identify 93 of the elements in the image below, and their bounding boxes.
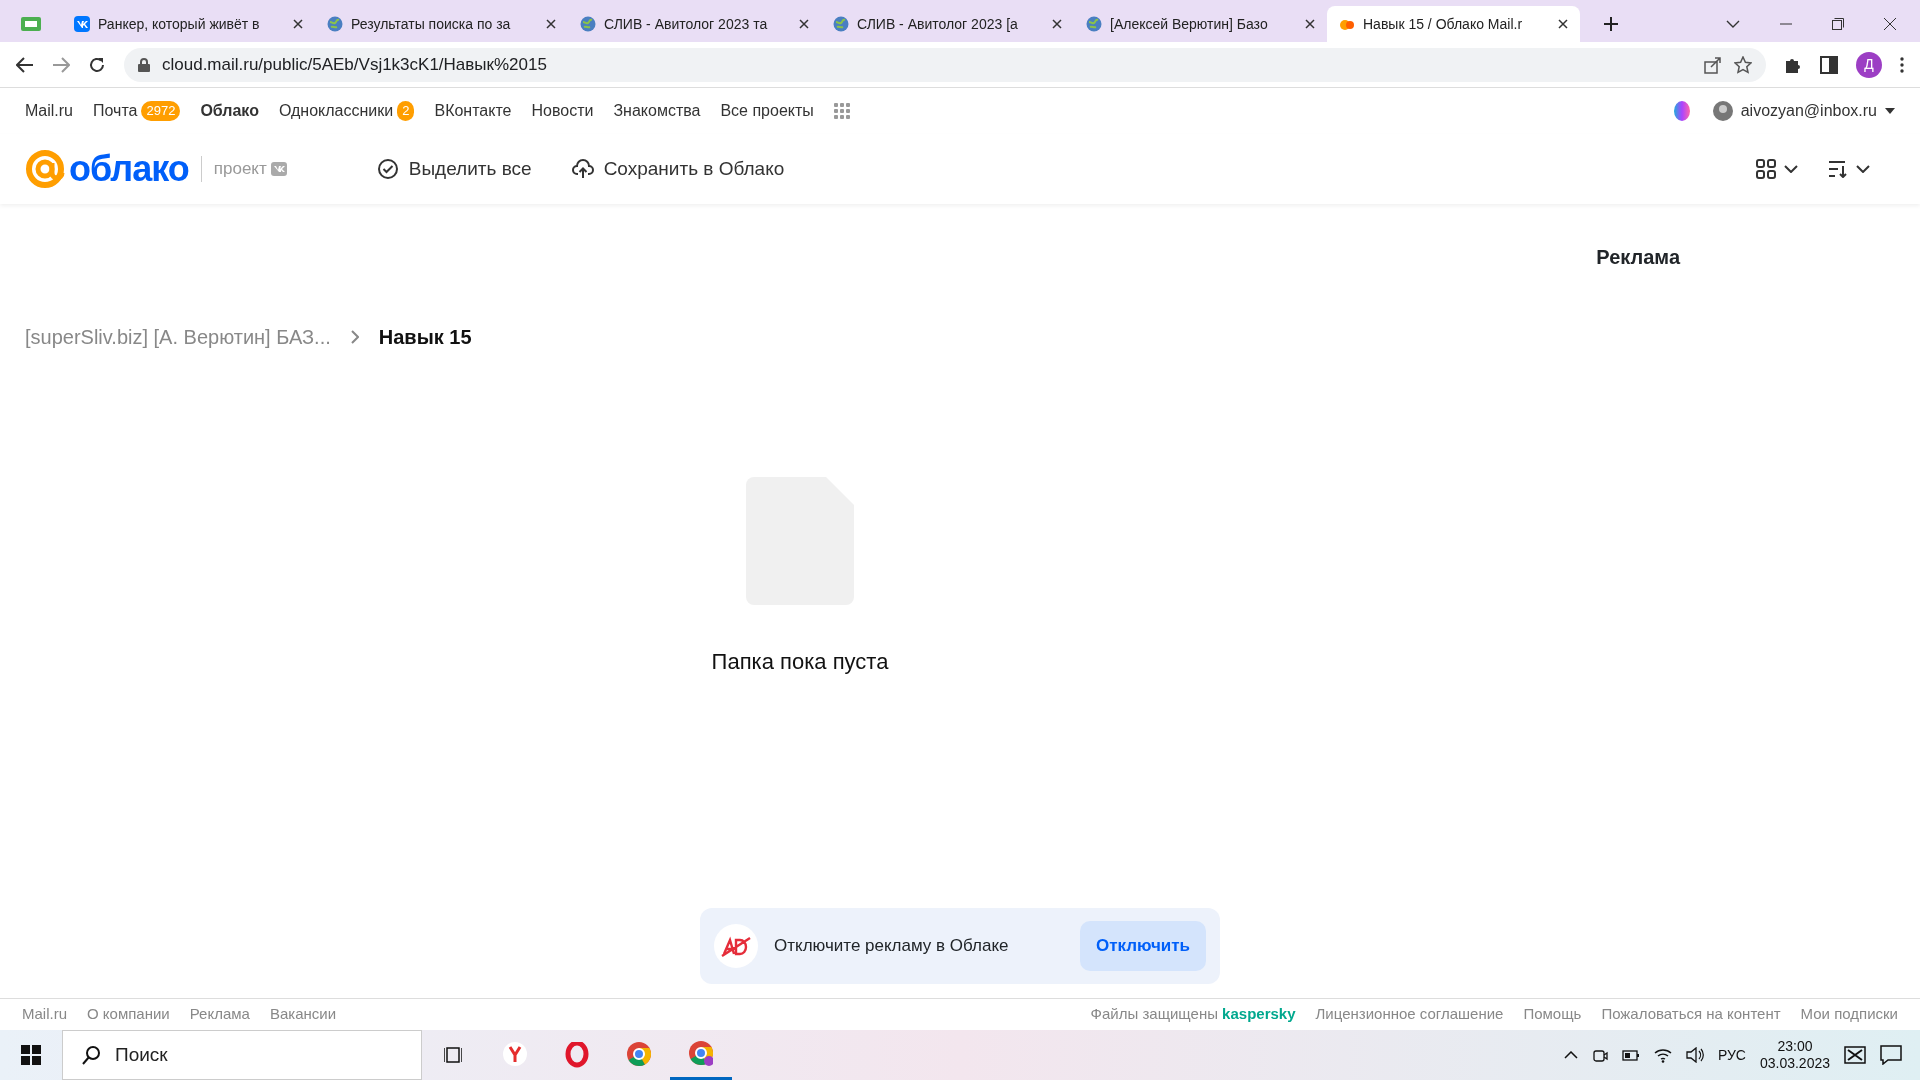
breadcrumb-link[interactable]: [superSliv.biz] [А. Верютин] БАЗ... bbox=[25, 322, 331, 352]
browser-tab[interactable]: Ранкер, который живёт в bbox=[62, 6, 315, 42]
globe-icon bbox=[580, 16, 596, 32]
lock-icon bbox=[138, 57, 150, 72]
clock[interactable]: 23:00 03.03.2023 bbox=[1759, 1037, 1830, 1073]
close-icon[interactable] bbox=[1052, 19, 1062, 29]
apps-grid-icon[interactable] bbox=[833, 103, 850, 119]
nav-link[interactable]: Почта 2972 bbox=[93, 99, 181, 123]
count-badge: 2 bbox=[397, 101, 415, 121]
browser-tab[interactable]: Результаты поиска по за bbox=[315, 6, 568, 42]
footer-link[interactable]: О компании bbox=[87, 1003, 170, 1026]
language-indicator[interactable]: РУС bbox=[1717, 1044, 1746, 1066]
avatar-icon bbox=[1712, 101, 1733, 121]
no-ads-icon bbox=[714, 924, 758, 968]
browser-tab[interactable]: СЛИВ - Авитолог 2023 [а bbox=[821, 6, 1074, 42]
chevron-right-icon bbox=[350, 330, 359, 344]
sort-icon bbox=[1828, 160, 1848, 178]
vk-logo-icon bbox=[74, 16, 90, 32]
nav-link[interactable]: Новости bbox=[531, 99, 594, 123]
nav-link[interactable]: Знакомства bbox=[613, 99, 701, 123]
close-icon[interactable] bbox=[1558, 19, 1568, 29]
wifi-icon[interactable] bbox=[1653, 1047, 1672, 1063]
view-toggle[interactable] bbox=[1756, 159, 1798, 179]
chevron-down-icon[interactable] bbox=[1726, 20, 1740, 28]
nav-link[interactable]: Все проекты bbox=[720, 99, 814, 123]
ring-icon[interactable] bbox=[565, 1042, 589, 1068]
close-icon[interactable] bbox=[1305, 19, 1315, 29]
search-icon bbox=[81, 1045, 101, 1065]
cloud-upload-icon bbox=[571, 158, 594, 180]
plus-icon[interactable] bbox=[1604, 17, 1618, 31]
star-icon[interactable] bbox=[1734, 55, 1752, 74]
footer-link[interactable]: Лицензионное соглашение bbox=[1315, 1003, 1504, 1026]
empty-folder-message: Папка пока пуста bbox=[711, 648, 889, 676]
letter-y-icon[interactable] bbox=[503, 1042, 527, 1068]
protection-text: Файлы защищены kaspersky bbox=[1090, 1004, 1296, 1025]
profile-avatar[interactable]: Д bbox=[1856, 51, 1882, 78]
user-menu[interactable]: aivozyan@inbox.ru bbox=[1712, 99, 1895, 123]
toolbar-button[interactable]: Сохранить в Облако bbox=[571, 154, 785, 184]
toolbar-button[interactable]: Выделить все bbox=[376, 154, 532, 184]
footer-link[interactable]: Помощь bbox=[1523, 1003, 1582, 1026]
project-label: проект bbox=[213, 158, 267, 181]
nav-link[interactable]: Mail.ru bbox=[25, 99, 73, 123]
chevron-up-icon[interactable] bbox=[1563, 1051, 1578, 1059]
footer-link[interactable]: Mail.ru bbox=[22, 1003, 67, 1026]
reload-icon[interactable] bbox=[88, 55, 106, 74]
breadcrumb-current: Навык 15 bbox=[378, 325, 472, 350]
forward-arrow-icon[interactable] bbox=[52, 56, 70, 73]
share-icon[interactable] bbox=[1704, 55, 1722, 74]
caret-icon bbox=[1885, 108, 1895, 114]
address-bar[interactable]: cloud.mail.ru/public/5AEb/Vsj1k3cK1/Навык%2015 bbox=[124, 47, 1766, 82]
close-icon[interactable] bbox=[1884, 18, 1896, 30]
logo-text[interactable]: облако bbox=[69, 151, 189, 187]
disable-ads-button[interactable]: Отключить bbox=[1079, 921, 1206, 971]
back-arrow-icon[interactable] bbox=[16, 56, 34, 73]
grid-view-icon bbox=[1756, 159, 1776, 179]
sort-toggle[interactable] bbox=[1828, 160, 1870, 178]
footer-link[interactable]: Реклама bbox=[189, 1003, 250, 1026]
footer-link[interactable]: Пожаловаться на контент bbox=[1601, 1003, 1781, 1026]
meet-now-icon[interactable] bbox=[1591, 1047, 1608, 1063]
count-badge: 2972 bbox=[141, 101, 181, 121]
globe-icon bbox=[1086, 16, 1102, 32]
taskbar-search-field[interactable]: Поиск bbox=[62, 1030, 422, 1080]
nav-link[interactable]: Облако bbox=[200, 99, 259, 123]
more-icon[interactable] bbox=[1900, 56, 1904, 73]
windows-logo-icon[interactable] bbox=[21, 1045, 41, 1065]
restore-icon[interactable] bbox=[1832, 18, 1844, 30]
speaker-icon[interactable] bbox=[1685, 1047, 1704, 1063]
browser-tab[interactable]: [Алексей Верютин] Базо bbox=[1074, 6, 1327, 42]
chevron-down-icon bbox=[1856, 165, 1870, 173]
chrome-icon[interactable] bbox=[689, 1040, 713, 1067]
close-icon[interactable] bbox=[546, 19, 556, 29]
close-icon[interactable] bbox=[799, 19, 809, 29]
chrome-icon[interactable] bbox=[627, 1042, 651, 1068]
footer-link[interactable]: Вакансии bbox=[269, 1003, 337, 1026]
close-icon[interactable] bbox=[293, 19, 303, 29]
vk-badge-icon bbox=[270, 162, 287, 176]
at-sign-icon bbox=[25, 149, 65, 189]
gradient-orb-icon[interactable] bbox=[1672, 101, 1691, 121]
chevron-down-icon bbox=[1784, 165, 1798, 173]
globe-icon bbox=[833, 16, 849, 32]
notification-icon[interactable] bbox=[1880, 1045, 1902, 1065]
battery-icon[interactable] bbox=[1621, 1048, 1640, 1062]
task-view-icon[interactable] bbox=[444, 1045, 462, 1065]
ad-label: Реклама bbox=[1596, 245, 1680, 270]
browser-tab[interactable]: Навык 15 / Облако Mail.r bbox=[1327, 6, 1580, 42]
nav-link[interactable]: ВКонтакте bbox=[434, 99, 512, 123]
ad-banner-text: Отключите рекламу в Облаке bbox=[774, 935, 1009, 958]
globe-icon bbox=[327, 16, 343, 32]
footer-link[interactable]: Мои подписки bbox=[1800, 1003, 1898, 1026]
check-circle-icon bbox=[376, 158, 399, 180]
browser-tab[interactable]: СЛИВ - Авитолог 2023 та bbox=[568, 6, 821, 42]
nav-link[interactable]: Одноклассники 2 bbox=[278, 99, 415, 123]
sidebar-icon[interactable] bbox=[1820, 55, 1838, 74]
